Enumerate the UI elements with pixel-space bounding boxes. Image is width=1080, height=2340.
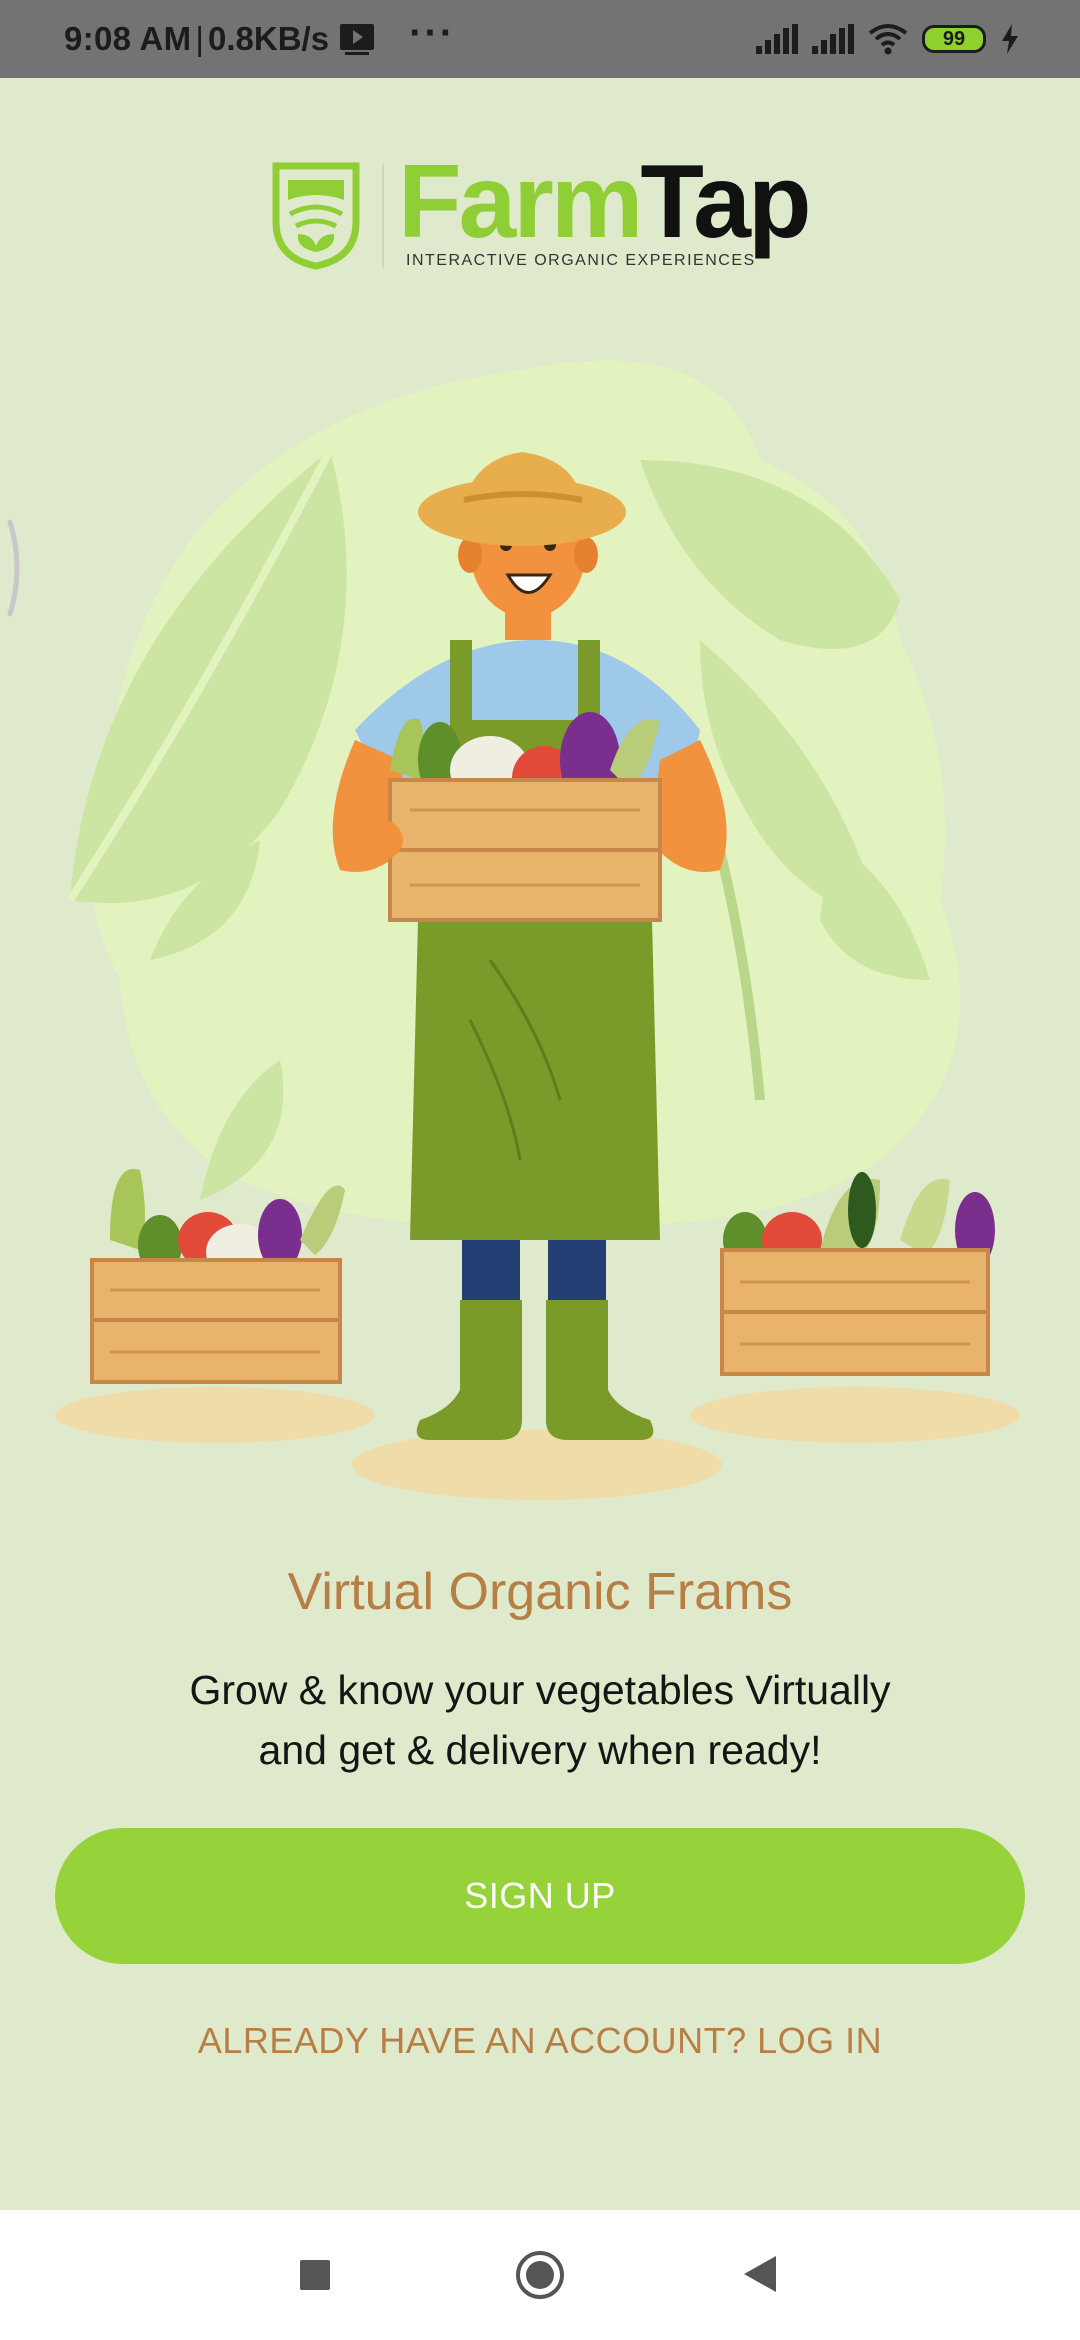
- farmtap-emblem-icon: [272, 162, 360, 270]
- farmer-boot-left: [416, 1300, 522, 1440]
- sign-up-button[interactable]: SIGN UP: [55, 1828, 1025, 1964]
- signal-icon: [756, 24, 798, 54]
- battery-level: 99: [942, 27, 966, 50]
- logo-wordmark: FarmTap: [398, 150, 812, 254]
- home-circle-icon[interactable]: [515, 2250, 565, 2300]
- farmer-illustration: [55, 360, 1020, 1500]
- recents-square-icon[interactable]: [300, 2260, 330, 2290]
- logo-divider: [382, 164, 384, 268]
- log-in-link[interactable]: ALREADY HAVE AN ACCOUNT? LOG IN: [0, 2020, 1080, 2062]
- onboarding-headline: Virtual Organic Frams: [287, 1563, 793, 1621]
- ground-shadow-center: [352, 1430, 722, 1500]
- back-triangle-icon[interactable]: [742, 2254, 778, 2294]
- charging-bolt-icon: [1002, 24, 1018, 54]
- signal-icon-2: [812, 24, 854, 54]
- media-notification-icon: [340, 24, 375, 55]
- ground-shadow-left: [55, 1387, 375, 1443]
- system-navigation-bar: [0, 2210, 1080, 2340]
- network-speed: 0.8KB/s: [208, 20, 330, 57]
- ground-shadow-right: [690, 1387, 1020, 1443]
- status-icons: 99: [756, 23, 1020, 55]
- status-separator: |: [195, 20, 204, 57]
- farmer-boot-right: [546, 1300, 654, 1440]
- more-notifications-icon: ···: [409, 10, 456, 55]
- logo-farm-text: Farm: [398, 144, 643, 260]
- logo-tap-text: Tap: [640, 144, 811, 260]
- onboarding-subtext: Grow & know your vegetables Virtually an…: [0, 1660, 1080, 1780]
- wifi-icon: [868, 24, 908, 55]
- status-time: 9:08 AM: [64, 20, 192, 57]
- app-logo: FarmTap INTERACTIVE ORGANIC EXPERIENCES: [270, 150, 830, 280]
- logo-tagline: INTERACTIVE ORGANIC EXPERIENCES: [406, 252, 756, 269]
- onboarding-subtext-line-2: and get & delivery when ready!: [258, 1727, 822, 1773]
- onboarding-subtext-line-1: Grow & know your vegetables Virtually: [189, 1667, 891, 1713]
- battery-indicator: 99: [922, 25, 986, 53]
- status-bar: 9:08 AM | 0.8KB/s ··· 99: [0, 0, 1080, 78]
